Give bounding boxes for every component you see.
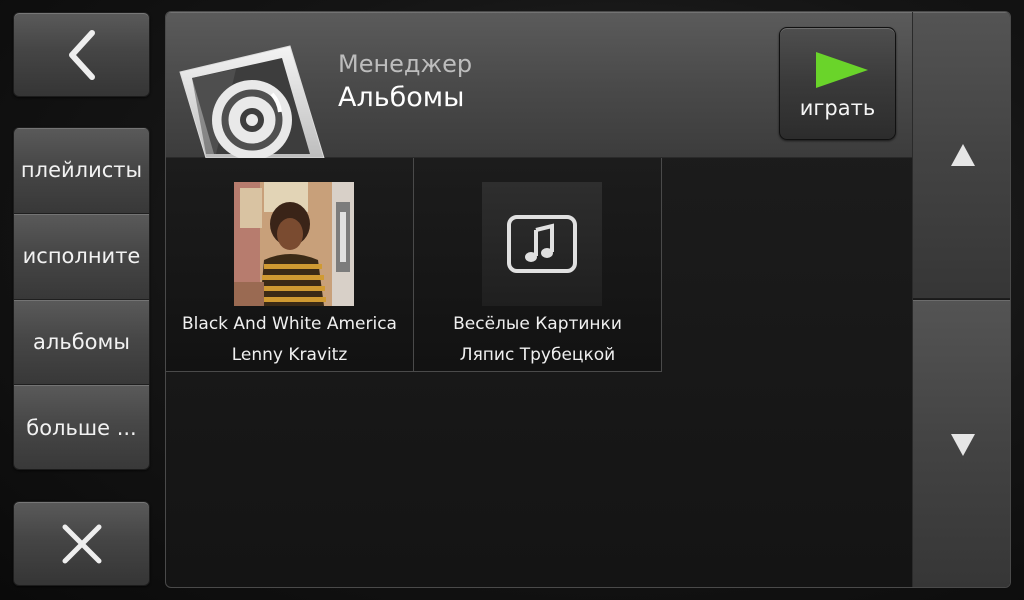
back-button[interactable] xyxy=(13,12,150,97)
play-icon xyxy=(816,52,868,88)
album-artist: Ляпис Трубецкой xyxy=(459,345,616,365)
close-button[interactable] xyxy=(13,501,150,586)
main-panel: Менеджер Альбомы играть Black And White … xyxy=(165,11,1011,588)
album-artist: Lenny Kravitz xyxy=(231,345,348,365)
category-menu: плейлисты исполните альбомы больше ... xyxy=(13,127,150,470)
arrow-up-icon xyxy=(951,144,975,166)
header-subtitle: Менеджер xyxy=(338,50,473,78)
album-title: Весёлые Картинки xyxy=(453,314,622,334)
album-cover xyxy=(234,182,354,306)
menu-item-artists[interactable]: исполните xyxy=(14,213,149,300)
album-title: Black And White America xyxy=(182,314,397,334)
disc-icon xyxy=(176,42,326,160)
play-button[interactable]: играть xyxy=(779,27,896,140)
menu-item-albums[interactable]: альбомы xyxy=(14,299,149,386)
menu-item-playlists[interactable]: плейлисты xyxy=(14,128,149,214)
scroll-down-button[interactable] xyxy=(913,300,1010,587)
scroll-controls xyxy=(912,12,1010,587)
close-icon xyxy=(62,524,101,563)
scroll-up-button[interactable] xyxy=(913,12,1010,299)
album-tile[interactable]: Весёлые Картинки Ляпис Трубецкой xyxy=(414,158,662,372)
header: Менеджер Альбомы играть xyxy=(166,12,912,160)
album-tile[interactable]: Black And White America Lenny Kravitz xyxy=(166,158,414,372)
chevron-left-icon xyxy=(68,29,95,80)
music-note-icon xyxy=(507,215,577,273)
arrow-down-icon xyxy=(951,433,975,456)
play-button-label: играть xyxy=(799,96,876,120)
menu-item-more[interactable]: больше ... xyxy=(14,385,149,469)
album-cover xyxy=(482,182,602,306)
page-title: Альбомы xyxy=(338,82,465,113)
